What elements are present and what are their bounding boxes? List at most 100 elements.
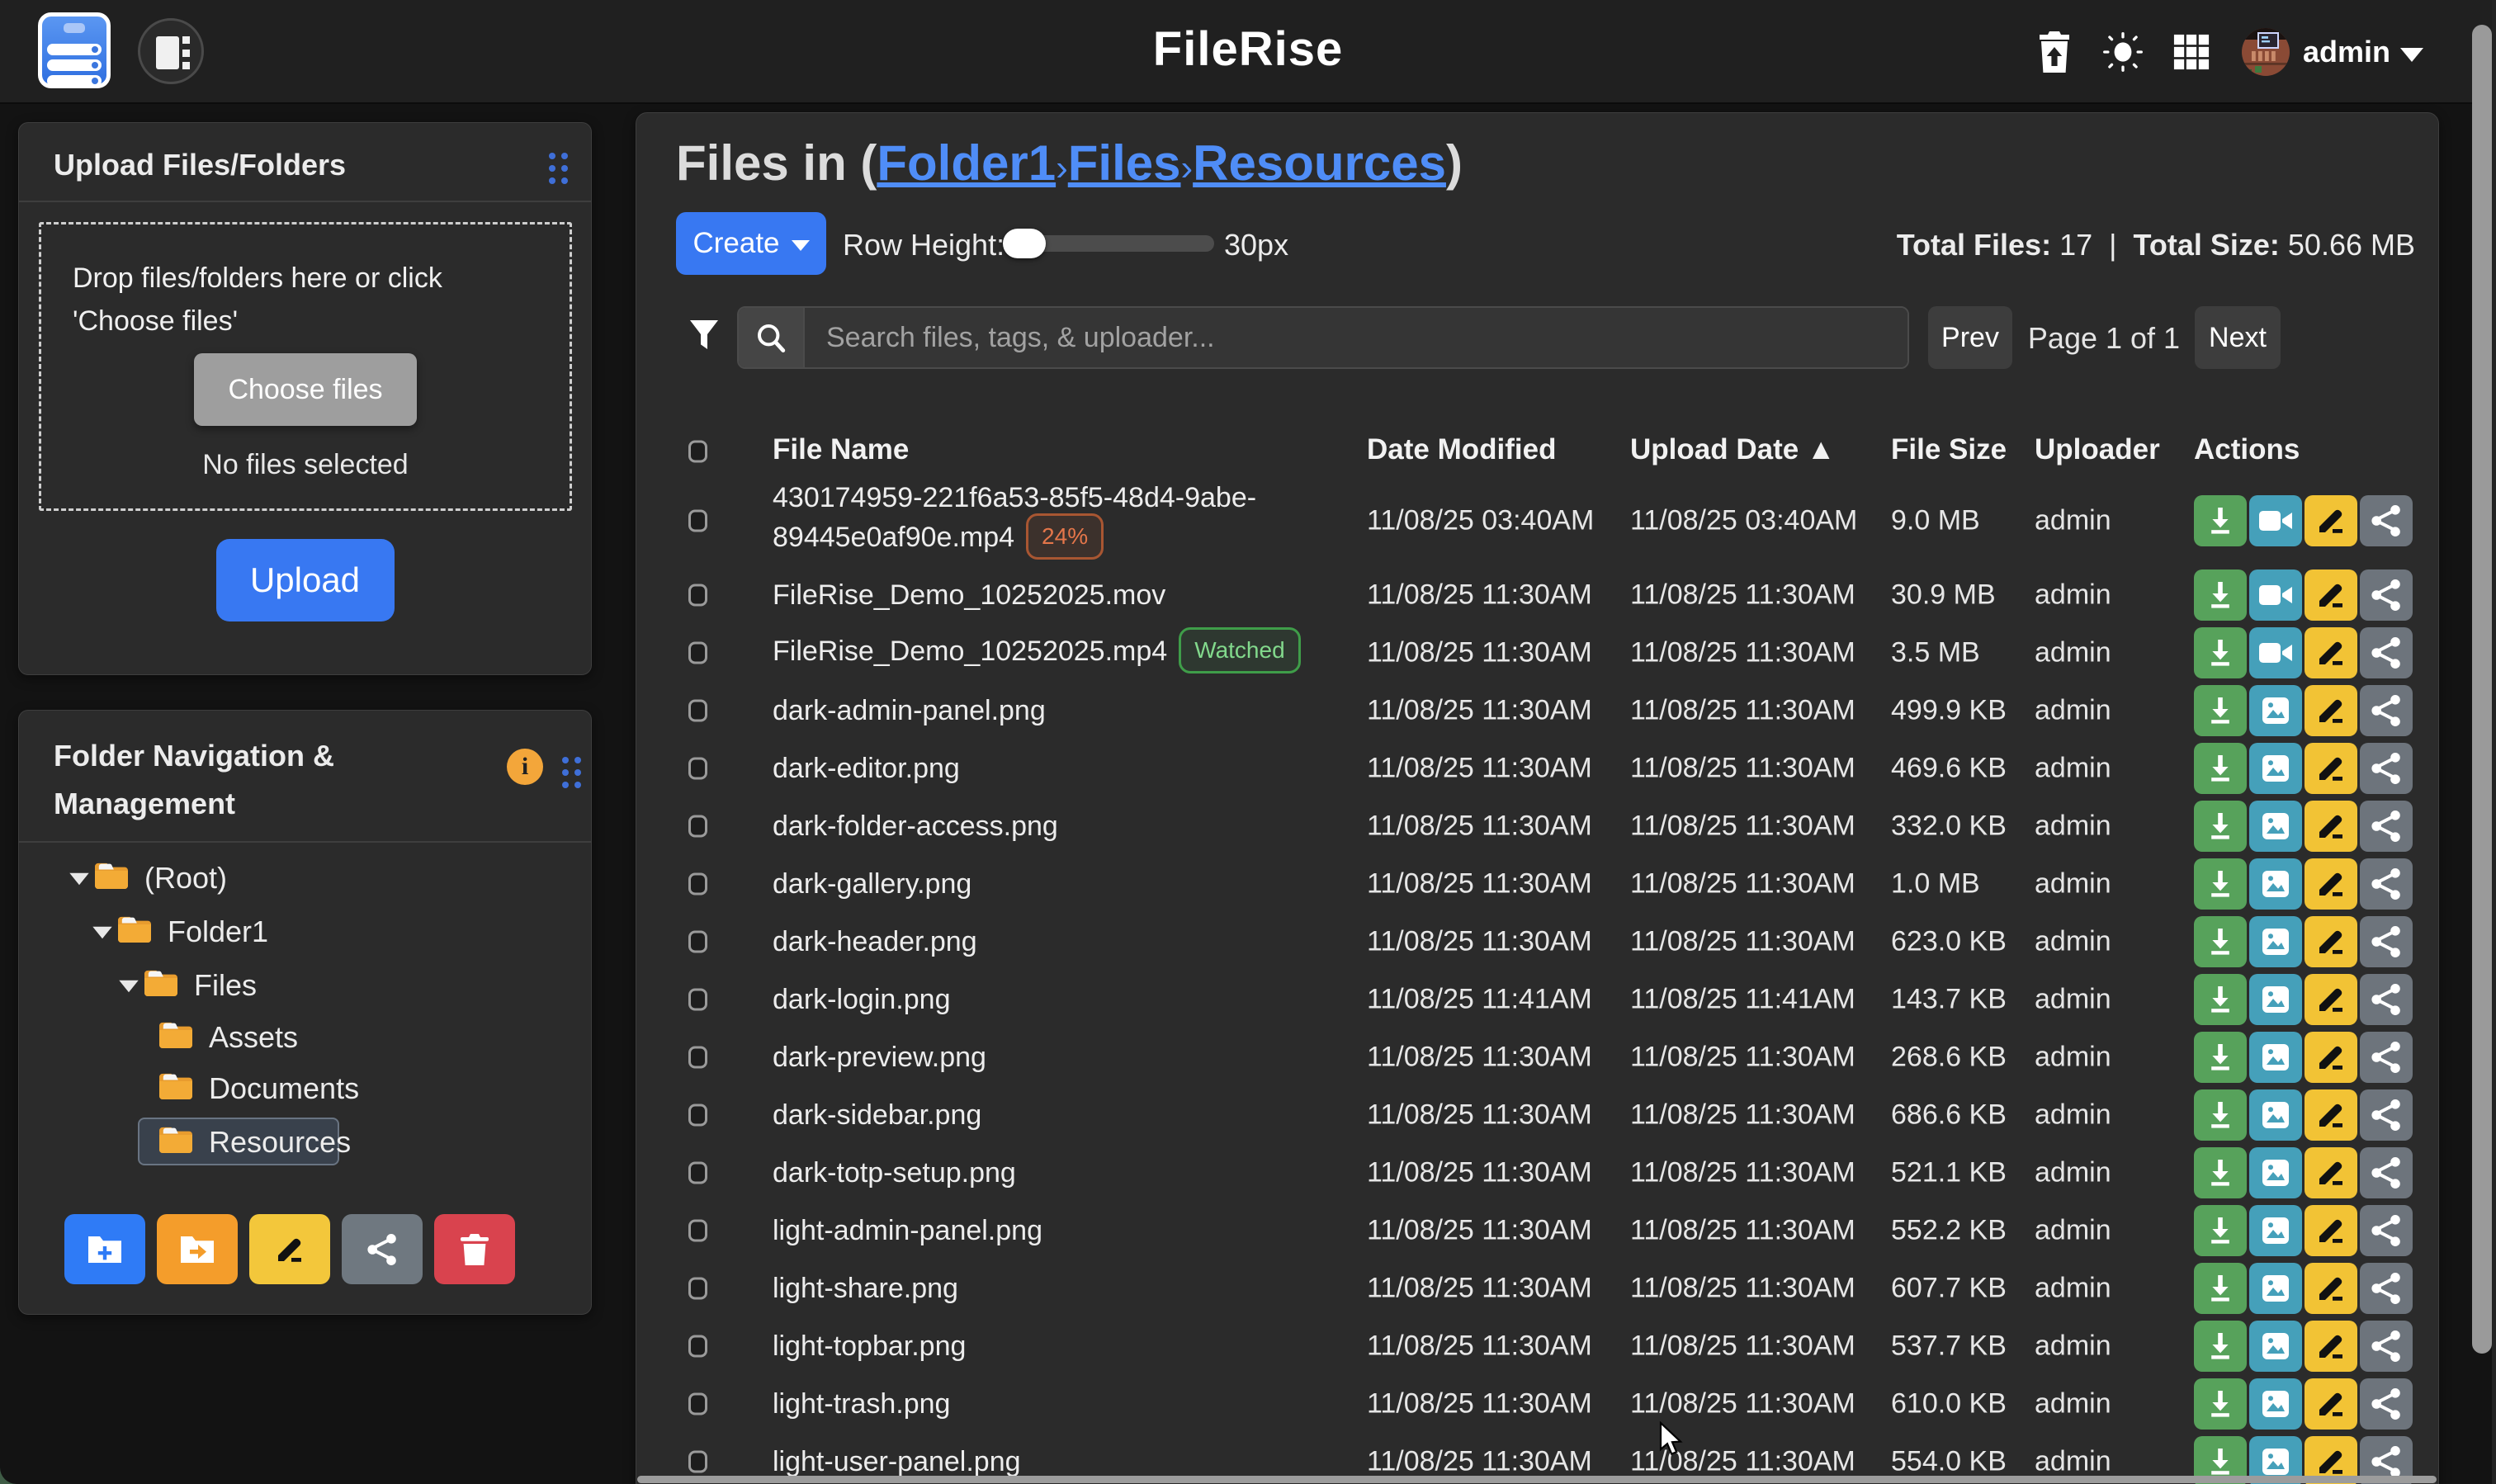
preview-image-button[interactable] bbox=[2249, 801, 2302, 852]
column-date-modified[interactable]: Date Modified bbox=[1367, 433, 1556, 466]
prev-page-button[interactable]: Prev bbox=[1928, 306, 2012, 369]
share-button[interactable] bbox=[2360, 1321, 2413, 1372]
theme-toggle-icon[interactable] bbox=[2101, 31, 2144, 73]
download-button[interactable] bbox=[2194, 743, 2247, 794]
edit-button[interactable] bbox=[2305, 1089, 2357, 1141]
preview-image-button[interactable] bbox=[2249, 685, 2302, 736]
info-icon[interactable]: i bbox=[507, 749, 543, 785]
user-menu-caret-icon[interactable] bbox=[2400, 48, 2423, 62]
share-button[interactable] bbox=[2360, 974, 2413, 1025]
column-file-name[interactable]: File Name bbox=[773, 433, 909, 466]
preview-image-button[interactable] bbox=[2249, 1147, 2302, 1198]
apps-grid-icon[interactable] bbox=[2170, 31, 2213, 73]
row-checkbox[interactable] bbox=[688, 1451, 707, 1473]
share-button[interactable] bbox=[2360, 1378, 2413, 1430]
share-button[interactable] bbox=[2360, 743, 2413, 794]
file-name[interactable]: FileRise_Demo_10252025.mp4Watched bbox=[773, 630, 1301, 676]
file-name[interactable]: light-user-panel.png bbox=[773, 1444, 1021, 1480]
edit-button[interactable] bbox=[2305, 1147, 2357, 1198]
edit-button[interactable] bbox=[2305, 974, 2357, 1025]
edit-button[interactable] bbox=[2305, 1263, 2357, 1314]
row-checkbox[interactable] bbox=[688, 873, 707, 896]
download-button[interactable] bbox=[2194, 685, 2247, 736]
edit-button[interactable] bbox=[2305, 569, 2357, 621]
edit-button[interactable] bbox=[2305, 627, 2357, 678]
download-button[interactable] bbox=[2194, 1032, 2247, 1083]
upload-dropzone[interactable]: Drop files/folders here or click 'Choose… bbox=[39, 222, 572, 511]
download-button[interactable] bbox=[2194, 801, 2247, 852]
file-name[interactable]: dark-preview.png bbox=[773, 1039, 986, 1075]
row-checkbox[interactable] bbox=[688, 989, 707, 1011]
tree-expand-caret[interactable] bbox=[119, 981, 138, 992]
download-button[interactable] bbox=[2194, 858, 2247, 910]
row-checkbox[interactable] bbox=[688, 1047, 707, 1069]
file-name[interactable]: light-trash.png bbox=[773, 1386, 950, 1422]
row-checkbox[interactable] bbox=[688, 1278, 707, 1300]
file-name[interactable]: dark-admin-panel.png bbox=[773, 692, 1046, 729]
edit-button[interactable] bbox=[2305, 858, 2357, 910]
download-button[interactable] bbox=[2194, 974, 2247, 1025]
search-input[interactable] bbox=[805, 308, 1907, 367]
preview-image-button[interactable] bbox=[2249, 858, 2302, 910]
column-upload-date[interactable]: Upload Date ▲ bbox=[1630, 433, 1836, 466]
horizontal-scrollbar[interactable] bbox=[637, 1476, 2437, 1483]
row-checkbox[interactable] bbox=[688, 510, 707, 532]
download-button[interactable] bbox=[2194, 916, 2247, 967]
preview-image-button[interactable] bbox=[2249, 1321, 2302, 1372]
row-checkbox[interactable] bbox=[688, 700, 707, 722]
drag-handle-icon[interactable] bbox=[549, 153, 568, 184]
edit-button[interactable] bbox=[2305, 495, 2357, 546]
preview-image-button[interactable] bbox=[2249, 916, 2302, 967]
share-button[interactable] bbox=[2360, 1032, 2413, 1083]
share-folder-button[interactable] bbox=[342, 1214, 423, 1284]
folder-tree-item-files[interactable]: Files bbox=[19, 960, 591, 1009]
folder-tree-item-folder1[interactable]: Folder1 bbox=[19, 906, 591, 956]
row-height-slider[interactable] bbox=[1006, 235, 1214, 252]
next-page-button[interactable]: Next bbox=[2195, 306, 2281, 369]
breadcrumb-folder1[interactable]: Folder1 bbox=[877, 135, 1056, 191]
share-button[interactable] bbox=[2360, 569, 2413, 621]
folder-tree-item-assets[interactable]: Assets bbox=[19, 1012, 591, 1061]
share-button[interactable] bbox=[2360, 801, 2413, 852]
avatar[interactable] bbox=[2242, 28, 2290, 76]
download-button[interactable] bbox=[2194, 1205, 2247, 1256]
row-checkbox[interactable] bbox=[688, 1162, 707, 1184]
row-checkbox[interactable] bbox=[688, 1220, 707, 1242]
preview-image-button[interactable] bbox=[2249, 1378, 2302, 1430]
drag-handle-icon[interactable] bbox=[562, 757, 581, 788]
download-button[interactable] bbox=[2194, 1321, 2247, 1372]
preview-image-button[interactable] bbox=[2249, 1205, 2302, 1256]
choose-files-button[interactable]: Choose files bbox=[194, 353, 417, 426]
share-button[interactable] bbox=[2360, 1089, 2413, 1141]
select-all-checkbox[interactable] bbox=[688, 441, 707, 463]
edit-button[interactable] bbox=[2305, 1378, 2357, 1430]
file-name[interactable]: dark-totp-setup.png bbox=[773, 1155, 1016, 1191]
delete-folder-button[interactable] bbox=[434, 1214, 515, 1284]
file-name[interactable]: dark-folder-access.png bbox=[773, 808, 1058, 844]
download-button[interactable] bbox=[2194, 627, 2247, 678]
create-folder-button[interactable] bbox=[64, 1214, 145, 1284]
column-file-size[interactable]: File Size bbox=[1891, 433, 2007, 466]
edit-button[interactable] bbox=[2305, 1205, 2357, 1256]
filter-icon[interactable] bbox=[689, 319, 719, 355]
edit-button[interactable] bbox=[2305, 685, 2357, 736]
move-folder-button[interactable] bbox=[157, 1214, 238, 1284]
edit-button[interactable] bbox=[2305, 743, 2357, 794]
download-button[interactable] bbox=[2194, 1378, 2247, 1430]
file-name[interactable]: light-topbar.png bbox=[773, 1328, 966, 1364]
download-button[interactable] bbox=[2194, 1147, 2247, 1198]
share-button[interactable] bbox=[2360, 627, 2413, 678]
preview-image-button[interactable] bbox=[2249, 974, 2302, 1025]
row-checkbox[interactable] bbox=[688, 642, 707, 664]
breadcrumb-resources[interactable]: Resources bbox=[1193, 135, 1446, 191]
create-button[interactable]: Create bbox=[676, 212, 826, 275]
play-video-button[interactable] bbox=[2249, 627, 2302, 678]
edit-button[interactable] bbox=[2305, 1321, 2357, 1372]
share-button[interactable] bbox=[2360, 1263, 2413, 1314]
preview-image-button[interactable] bbox=[2249, 1089, 2302, 1141]
row-checkbox[interactable] bbox=[688, 815, 707, 838]
tree-expand-caret[interactable] bbox=[69, 873, 88, 885]
file-name[interactable]: dark-editor.png bbox=[773, 750, 960, 787]
row-checkbox[interactable] bbox=[688, 1393, 707, 1415]
edit-button[interactable] bbox=[2305, 801, 2357, 852]
